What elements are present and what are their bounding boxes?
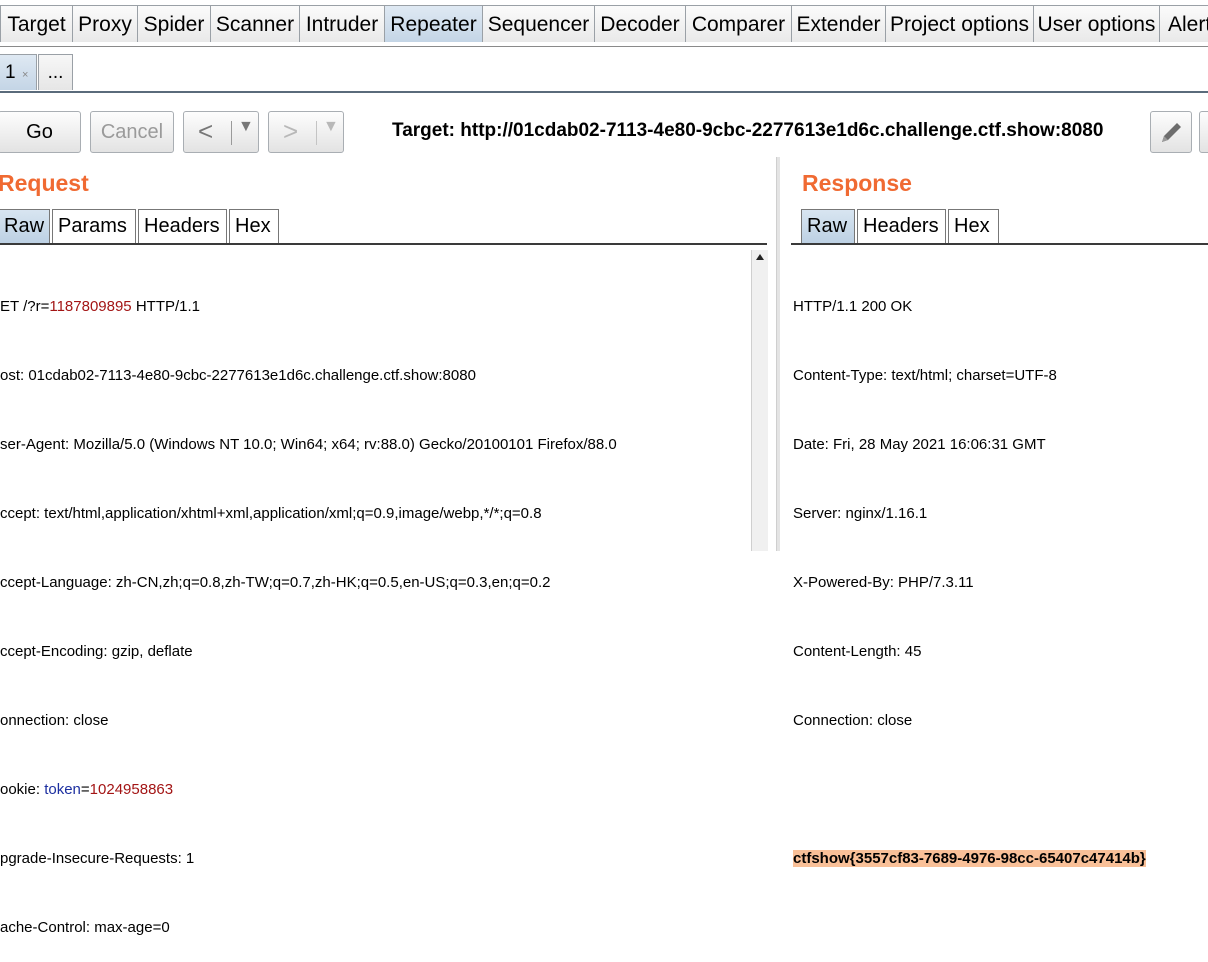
- request-header-upgrade: pgrade-Insecure-Requests: 1: [0, 850, 195, 867]
- response-header-content-type: Content-Type: text/html; charset=UTF-8: [793, 367, 1057, 384]
- flag-highlight: ctfshow{3557cf83-7689-4976-98cc-65407c47…: [793, 850, 1146, 867]
- tab-user-options[interactable]: User options: [1033, 5, 1160, 42]
- cancel-button[interactable]: Cancel: [90, 111, 174, 153]
- tab-spider[interactable]: Spider: [137, 5, 211, 42]
- back-button[interactable]: < ▼: [183, 111, 259, 153]
- repeater-tab-1[interactable]: 1 ×: [0, 54, 37, 90]
- arrow-right-icon: >: [283, 116, 299, 146]
- response-header-date: Date: Fri, 28 May 2021 16:06:31 GMT: [793, 436, 1046, 453]
- arrow-up-icon[interactable]: [752, 250, 768, 264]
- response-tab-underline: [791, 243, 1208, 245]
- response-header-content-length: Content-Length: 45: [793, 643, 922, 660]
- request-header-cookie: ookie: token=1024958863: [0, 781, 174, 798]
- request-header-user-agent: ser-Agent: Mozilla/5.0 (Windows NT 10.0;…: [0, 436, 617, 453]
- tab-proxy[interactable]: Proxy: [72, 5, 138, 42]
- separator: [316, 121, 317, 145]
- tab-project-options[interactable]: Project options: [885, 5, 1034, 42]
- request-scrollbar[interactable]: [751, 250, 768, 551]
- request-header-accept-language: ccept-Language: zh-CN,zh;q=0.8,zh-TW;q=0…: [0, 574, 551, 591]
- response-title: Response: [802, 170, 912, 196]
- request-header-cache-control: ache-Control: max-age=0: [0, 919, 170, 936]
- tab-repeater[interactable]: Repeater: [384, 5, 483, 42]
- tab-alerts[interactable]: Alerts: [1159, 5, 1208, 42]
- tab-extender[interactable]: Extender: [791, 5, 886, 42]
- close-icon[interactable]: ×: [22, 57, 28, 93]
- pencil-icon: [1162, 123, 1181, 142]
- edit-target-button[interactable]: [1150, 111, 1192, 153]
- response-body-flag: ctfshow{3557cf83-7689-4976-98cc-65407c47…: [793, 847, 1208, 870]
- pane-splitter[interactable]: [776, 157, 780, 551]
- request-header-accept: ccept: text/html,application/xhtml+xml,a…: [0, 505, 542, 522]
- chevron-down-icon[interactable]: ▼: [238, 118, 254, 136]
- response-header-powered-by: X-Powered-By: PHP/7.3.11: [793, 574, 974, 591]
- request-tab-raw[interactable]: Raw: [0, 209, 50, 244]
- help-button[interactable]: [1199, 111, 1208, 153]
- forward-button[interactable]: > ▼: [268, 111, 344, 153]
- response-status-line: HTTP/1.1 200 OK: [793, 298, 913, 315]
- request-header-accept-encoding: ccept-Encoding: gzip, deflate: [0, 643, 193, 660]
- request-title: Request: [0, 170, 89, 196]
- tab-sequencer[interactable]: Sequencer: [482, 5, 595, 42]
- response-tab-raw[interactable]: Raw: [801, 209, 855, 244]
- request-editor[interactable]: ET /?r=1187809895 HTTP/1.1 ost: 01cdab02…: [0, 249, 750, 962]
- repeater-tab-label: 1: [5, 62, 16, 83]
- request-tab-underline: [0, 243, 767, 245]
- response-blank-line: [793, 778, 1208, 801]
- request-header-host: ost: 01cdab02-7113-4e80-9cbc-2277613e1d6…: [0, 367, 476, 384]
- response-header-server: Server: nginx/1.16.1: [793, 505, 928, 522]
- separator: [231, 121, 232, 145]
- response-editor[interactable]: HTTP/1.1 200 OK Content-Type: text/html;…: [793, 249, 1208, 893]
- chevron-down-icon[interactable]: ▼: [323, 118, 339, 136]
- main-tab-bar: Target Proxy Spider Scanner Intruder Rep…: [0, 0, 1208, 47]
- go-button[interactable]: Go: [0, 111, 81, 153]
- request-line: ET /?r=1187809895 HTTP/1.1: [0, 298, 201, 315]
- request-header-connection: onnection: close: [0, 712, 109, 729]
- target-label: Target: http://01cdab02-7113-4e80-9cbc-2…: [392, 120, 1104, 141]
- response-header-connection: Connection: close: [793, 712, 913, 729]
- request-tab-hex[interactable]: Hex: [229, 209, 279, 244]
- tab-target[interactable]: Target: [0, 5, 73, 42]
- response-tab-hex[interactable]: Hex: [948, 209, 999, 244]
- tab-scanner[interactable]: Scanner: [210, 5, 300, 42]
- arrow-left-icon: <: [198, 116, 214, 146]
- repeater-new-tab[interactable]: ...: [38, 54, 73, 90]
- repeater-subtab-bar: 1 × ...: [0, 47, 1208, 93]
- request-tab-headers[interactable]: Headers: [138, 209, 227, 244]
- tab-intruder[interactable]: Intruder: [299, 5, 385, 42]
- response-tab-headers[interactable]: Headers: [857, 209, 946, 244]
- request-tab-params[interactable]: Params: [52, 209, 136, 244]
- tab-decoder[interactable]: Decoder: [594, 5, 686, 42]
- tab-comparer[interactable]: Comparer: [685, 5, 792, 42]
